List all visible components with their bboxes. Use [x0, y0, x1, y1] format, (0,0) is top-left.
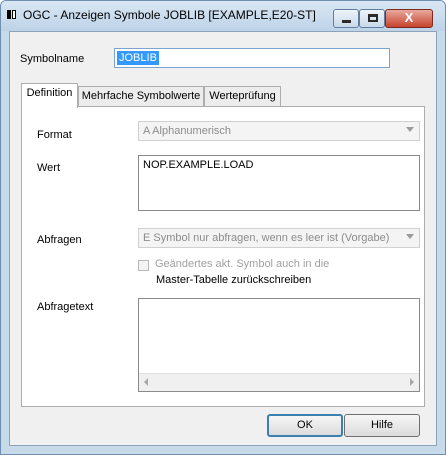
- minimize-icon: [342, 20, 351, 23]
- close-button[interactable]: X: [385, 9, 433, 28]
- symbolname-label: Symbolname: [20, 53, 85, 65]
- wert-textarea[interactable]: NOP.EXAMPLE.LOAD: [138, 155, 420, 211]
- writeback-checkbox[interactable]: [138, 260, 149, 271]
- symbolname-field[interactable]: JOBLIB: [114, 48, 390, 68]
- chevron-down-icon: [406, 234, 414, 239]
- dialog-window: OGC - Anzeigen Symbole JOBLIB [EXAMPLE,E…: [0, 0, 446, 455]
- abfragetext-textarea[interactable]: [138, 298, 420, 392]
- abfragen-value: E Symbol nur abfragen, wenn es leer ist …: [143, 232, 390, 244]
- minimize-button[interactable]: [333, 9, 359, 28]
- wert-value: NOP.EXAMPLE.LOAD: [143, 159, 254, 171]
- maximize-icon: [368, 14, 378, 22]
- symbolname-value: JOBLIB: [117, 51, 159, 65]
- dialog-client-area: Symbolname JOBLIB Definition Mehrfache S…: [9, 31, 437, 446]
- window-title: OGC - Anzeigen Symbole JOBLIB [EXAMPLE,E…: [23, 8, 316, 22]
- horizontal-scrollbar[interactable]: [139, 373, 419, 391]
- tab-werteprufung[interactable]: Werteprüfung: [204, 86, 281, 106]
- format-value: A Alphanumerisch: [143, 125, 232, 137]
- wert-label: Wert: [37, 162, 61, 174]
- close-icon: X: [404, 10, 414, 25]
- window-system-icon[interactable]: [7, 10, 16, 20]
- writeback-label-line1: Geändertes akt. Symbol auch in die: [155, 258, 330, 270]
- ok-button[interactable]: OK: [267, 414, 343, 437]
- help-button[interactable]: Hilfe: [344, 414, 420, 437]
- tab-mehrfache-symbolwerte[interactable]: Mehrfache Symbolwerte: [78, 86, 204, 106]
- arrow-right-icon[interactable]: [410, 378, 414, 386]
- arrow-left-icon[interactable]: [144, 378, 148, 386]
- chevron-down-icon: [406, 127, 414, 132]
- maximize-button[interactable]: [359, 9, 385, 28]
- title-bar[interactable]: OGC - Anzeigen Symbole JOBLIB [EXAMPLE,E…: [1, 1, 445, 31]
- tab-definition[interactable]: Definition: [21, 83, 78, 108]
- abfragen-label: Abfragen: [37, 234, 82, 246]
- format-label: Format: [37, 129, 72, 141]
- abfragen-combobox[interactable]: E Symbol nur abfragen, wenn es leer ist …: [138, 228, 420, 248]
- help-label: Hilfe: [370, 419, 393, 431]
- abfragetext-label: Abfragetext: [37, 301, 94, 313]
- writeback-label-line2: Master-Tabelle zurückschreiben: [156, 274, 312, 286]
- format-combobox[interactable]: A Alphanumerisch: [138, 121, 420, 141]
- definition-panel: Format A Alphanumerisch Wert NOP.EXAMPLE…: [21, 106, 425, 407]
- ok-label: OK: [297, 419, 313, 431]
